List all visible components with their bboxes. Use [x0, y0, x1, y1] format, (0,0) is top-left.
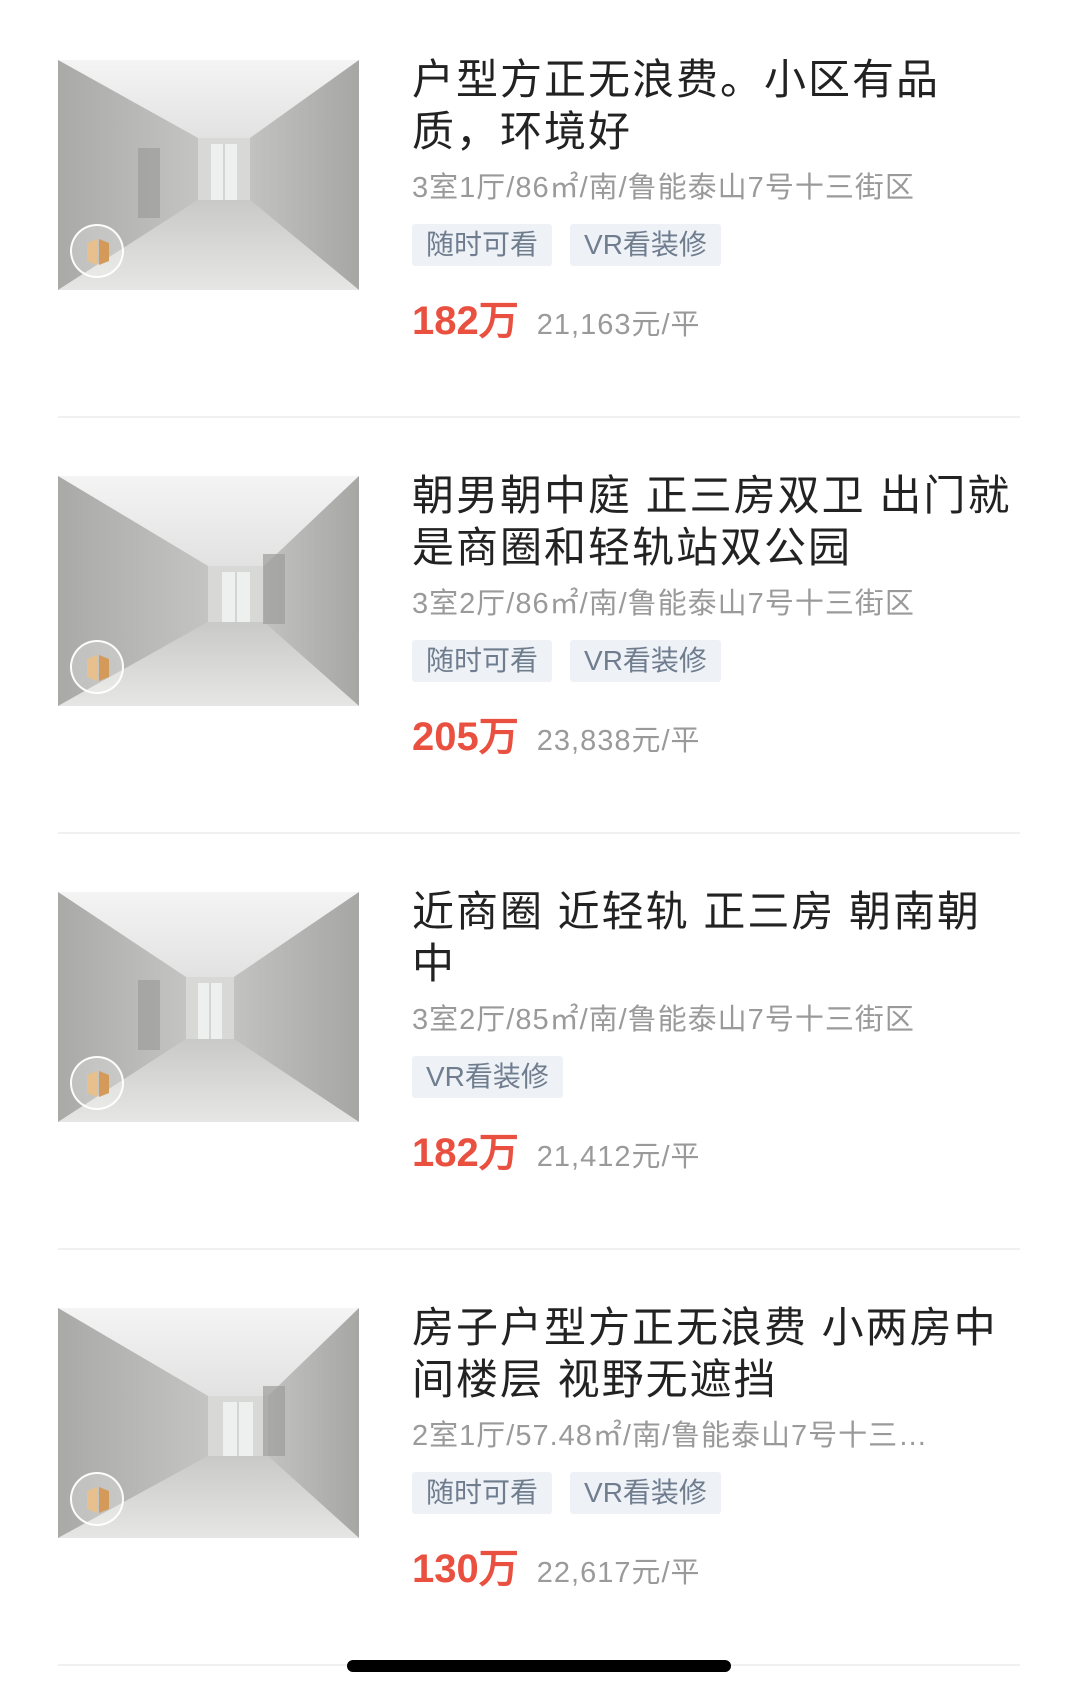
listing-title[interactable]: 朝男朝中庭 正三房双卫 出门就是商圈和轻轨站双公园	[412, 470, 1012, 574]
vr-tour-icon[interactable]	[70, 640, 124, 694]
listing-tag: 随时可看	[412, 640, 553, 682]
listing-info: 近商圈 近轻轨 正三房 朝南朝中 3室2厅/85㎡/南/鲁能泰山7号十三街区 VR看…	[412, 886, 1012, 1178]
unit-price: 21,163元/平	[536, 309, 701, 341]
listing-tags: VR看装修	[412, 1056, 1012, 1098]
listing-tag: VR看装修	[570, 640, 721, 682]
unit-price: 21,412元/平	[536, 1141, 701, 1173]
listing-info: 朝男朝中庭 正三房双卫 出门就是商圈和轻轨站双公园 3室2厅/86㎡/南/鲁能泰山…	[412, 470, 1012, 762]
listing-divider	[58, 832, 1020, 834]
listing-tag: 随时可看	[412, 1472, 553, 1514]
total-price: 182万	[412, 1131, 519, 1175]
listing-title[interactable]: 近商圈 近轻轨 正三房 朝南朝中	[412, 886, 1012, 990]
listing-card[interactable]: 房子户型方正无浪费 小两房中间楼层 视野无遮挡 2室1厅/57.48㎡/南/鲁能泰…	[0, 1304, 1080, 1702]
unit-price: 22,617元/平	[536, 1557, 701, 1589]
listing-meta: 3室2厅/85㎡/南/鲁能泰山7号十三街区	[412, 1004, 915, 1036]
listing-tags: 随时可看 VR看装修	[412, 1472, 1012, 1514]
listing-photo[interactable]	[58, 60, 359, 290]
total-price: 130万	[412, 1547, 519, 1591]
price-row: 205万 23,838元/平	[412, 704, 1012, 762]
listing-page: 户型方正无浪费。小区有品质，环境好 3室1厅/86㎡/南/鲁能泰山7号十三街区随时…	[0, 0, 1080, 1702]
listing-divider	[58, 416, 1020, 418]
total-price: 205万	[412, 715, 519, 759]
listing-photo[interactable]	[58, 1308, 359, 1538]
total-price: 182万	[412, 299, 519, 343]
price-row: 130万 22,617元/平	[412, 1536, 1012, 1594]
listing-title[interactable]: 房子户型方正无浪费 小两房中间楼层 视野无遮挡	[412, 1302, 1012, 1406]
listing-info: 房子户型方正无浪费 小两房中间楼层 视野无遮挡 2室1厅/57.48㎡/南/鲁能泰…	[412, 1302, 1012, 1594]
listing-tags: 随时可看 VR看装修	[412, 224, 1012, 266]
price-row: 182万 21,412元/平	[412, 1120, 1012, 1178]
price-row: 182万 21,163元/平	[412, 288, 1012, 346]
vr-tour-icon[interactable]	[70, 224, 124, 278]
listing-meta: 3室2厅/86㎡/南/鲁能泰山7号十三街区	[412, 588, 915, 620]
home-indicator[interactable]	[347, 1660, 731, 1672]
listing-photo[interactable]	[58, 892, 359, 1122]
listing-title[interactable]: 户型方正无浪费。小区有品质，环境好	[412, 54, 1012, 158]
listing-tag: VR看装修	[570, 1472, 721, 1514]
listing-meta: 3室1厅/86㎡/南/鲁能泰山7号十三街区	[412, 172, 915, 204]
unit-price: 23,838元/平	[536, 725, 701, 757]
vr-tour-icon[interactable]	[70, 1472, 124, 1526]
listing-divider	[58, 1248, 1020, 1250]
listing-tag: 随时可看	[412, 224, 553, 266]
vr-tour-icon[interactable]	[70, 1056, 124, 1110]
listing-tags: 随时可看 VR看装修	[412, 640, 1012, 682]
listing-tag: VR看装修	[570, 224, 721, 266]
listing-photo[interactable]	[58, 476, 359, 706]
listing-info: 户型方正无浪费。小区有品质，环境好 3室1厅/86㎡/南/鲁能泰山7号十三街区随时…	[412, 54, 1012, 346]
listing-meta: 2室1厅/57.48㎡/南/鲁能泰山7号十三…	[412, 1420, 929, 1452]
listing-tag: VR看装修	[412, 1056, 563, 1098]
